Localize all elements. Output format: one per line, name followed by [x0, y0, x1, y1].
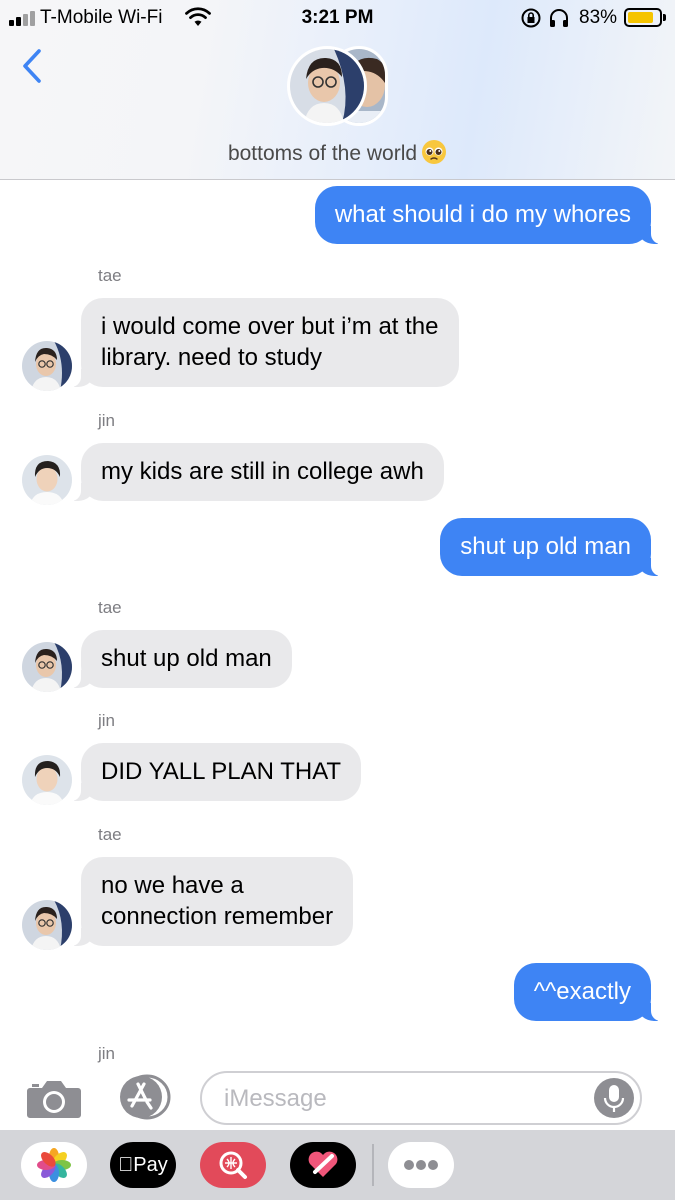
chevron-left-icon[interactable] — [20, 48, 44, 84]
status-bar: T-Mobile Wi-Fi 3:21 PM 83% — [0, 0, 675, 36]
message-text: what should i do my whores — [334, 201, 631, 228]
tae-avatar[interactable] — [22, 900, 72, 950]
digital-touch-icon[interactable] — [290, 1142, 356, 1188]
sender-name: jin — [98, 1044, 116, 1063]
jin-avatar[interactable] — [22, 455, 72, 505]
battery-level-fill — [628, 12, 653, 23]
incoming-message-bubble[interactable]: my kids are still in college awh — [71, 443, 444, 501]
app-store-icon[interactable] — [114, 1074, 172, 1120]
incoming-message-bubble[interactable]: no we have a connection remember — [70, 857, 354, 946]
image-search-icon[interactable] — [200, 1142, 266, 1188]
message-text: shut up old man — [101, 645, 272, 672]
incoming-message-bubble[interactable]: DID YALL PLAN THAT — [70, 743, 362, 801]
more-apps-icon[interactable] — [388, 1142, 454, 1188]
input-placeholder: iMessage — [224, 1085, 327, 1112]
pleading-face-emoji — [422, 140, 447, 164]
sender-name: jin — [98, 711, 116, 730]
jin-avatar[interactable] — [22, 755, 72, 805]
outgoing-message-bubble[interactable]: shut up old man — [440, 518, 661, 576]
battery-percentage: 83% — [579, 7, 618, 28]
message-composer: iMessage — [0, 1066, 675, 1130]
sender-name: jin — [98, 411, 116, 430]
sender-name: tae — [98, 825, 122, 844]
sender-name: tae — [98, 598, 122, 617]
app-drawer-divider — [372, 1144, 374, 1186]
headphones-icon — [550, 9, 568, 27]
incoming-message-bubble[interactable]: shut up old man — [71, 630, 292, 688]
orientation-lock-icon — [521, 8, 541, 28]
battery-icon — [624, 8, 666, 27]
tae-avatar[interactable] — [22, 341, 72, 391]
message-text: ^^exactly — [533, 978, 631, 1005]
imessage-input[interactable]: iMessage — [200, 1071, 642, 1125]
camera-icon[interactable] — [26, 1076, 82, 1120]
apple-pay-label: Pay — [118, 1154, 167, 1176]
microphone-icon[interactable] — [594, 1078, 634, 1118]
message-text: my kids are still in college awh — [101, 458, 424, 485]
tae-avatar[interactable] — [22, 642, 72, 692]
incoming-message-bubble[interactable]: i would come over but i’m at the library… — [71, 298, 459, 387]
group-name-label: bottoms of the world — [227, 142, 418, 165]
message-text-line: library. need to study — [101, 344, 323, 371]
message-thread[interactable]: what should i do my whores tae i would c… — [0, 181, 675, 1066]
apple-pay-icon[interactable]: Pay — [110, 1142, 176, 1188]
app-drawer: Pay — [0, 1130, 675, 1200]
message-text: DID YALL PLAN THAT — [101, 758, 342, 785]
group-member-avatar-front[interactable] — [287, 46, 367, 126]
conversation-header: T-Mobile Wi-Fi 3:21 PM 83% bottoms of th… — [0, 0, 675, 180]
message-text-line: i would come over but i’m at the — [101, 313, 439, 340]
sender-name: tae — [98, 266, 122, 285]
status-time: 3:21 PM — [301, 7, 374, 28]
message-text: shut up old man — [460, 533, 631, 560]
message-text-line: connection remember — [101, 903, 334, 930]
group-name[interactable]: bottoms of the world — [0, 139, 675, 166]
message-text-line: no we have a — [101, 872, 244, 899]
outgoing-message-bubble[interactable]: ^^exactly — [513, 963, 662, 1021]
photos-icon[interactable] — [21, 1142, 87, 1188]
outgoing-message-bubble[interactable]: what should i do my whores — [314, 186, 662, 244]
